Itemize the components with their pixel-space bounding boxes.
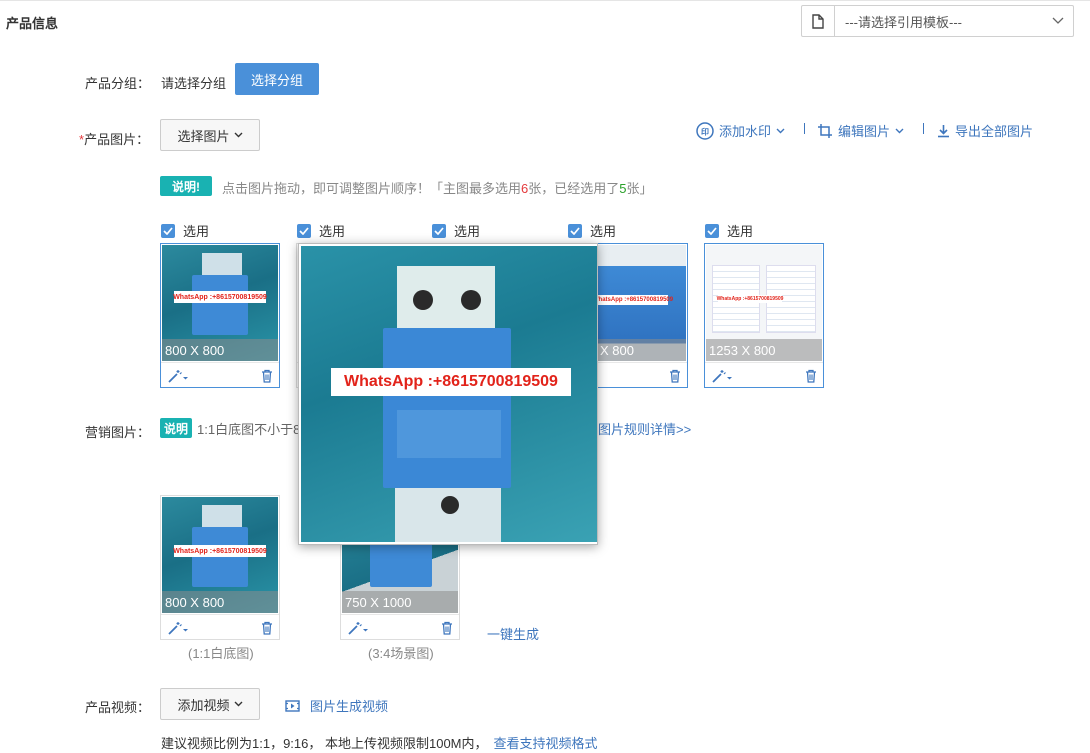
trash-icon[interactable] — [261, 369, 273, 383]
images-tip: 点击图片拖动，即可调整图片顺序！「主图最多选用6张，已经选用了5张」 — [222, 181, 653, 196]
marketing-image[interactable]: WhatsApp :+8615700819509 800 X 800 — [162, 497, 278, 613]
template-select-value: ---请选择引用模板--- — [845, 14, 962, 30]
selected-count: 5 — [619, 181, 627, 196]
checkbox-checked-icon — [297, 223, 311, 238]
marketing-note-badge: 说明 — [160, 418, 192, 438]
image-preview-popup: WhatsApp :+8615700819509 — [298, 243, 598, 545]
image-dimensions: 800 X 800 — [162, 339, 278, 361]
chevron-down-icon — [895, 128, 904, 133]
magic-wand-icon[interactable] — [711, 369, 733, 383]
chevron-down-icon — [234, 132, 242, 138]
add-video-button[interactable]: 添加视频 — [160, 688, 260, 720]
product-image[interactable]: WhatsApp :+8615700819509 800 X 800 — [162, 245, 278, 361]
crop-icon — [818, 123, 832, 138]
checkbox-checked-icon — [432, 223, 446, 238]
checkbox-label: 选用 — [454, 224, 481, 239]
image-rules-link[interactable]: 图片规则详情>> — [598, 419, 691, 438]
edit-images-button[interactable]: 编辑图片 — [817, 121, 904, 140]
video-label: 产品视频： — [85, 700, 151, 715]
add-video-label: 添加视频 — [177, 697, 230, 713]
select-checkbox-1[interactable]: 选用 — [161, 221, 209, 240]
select-checkbox-4[interactable]: 选用 — [568, 221, 616, 240]
watermark-text: WhatsApp :+8615700819509 — [716, 295, 784, 303]
document-icon — [802, 6, 835, 36]
preview-image: WhatsApp :+8615700819509 — [301, 246, 597, 542]
checkbox-label: 选用 — [183, 224, 210, 239]
trash-icon[interactable] — [441, 621, 453, 635]
select-checkbox-5[interactable]: 选用 — [705, 221, 753, 240]
top-divider — [0, 0, 1090, 1]
magic-wand-icon[interactable] — [167, 369, 189, 383]
note-badge: 说明! — [160, 176, 212, 196]
checkbox-label: 选用 — [319, 224, 346, 239]
chevron-down-icon — [234, 701, 242, 707]
add-watermark-label: 添加水印 — [719, 124, 772, 139]
checkbox-label: 选用 — [590, 224, 617, 239]
toolbar-separator — [804, 123, 805, 134]
marketing-image-card-1[interactable]: WhatsApp :+8615700819509 800 X 800 — [160, 495, 280, 640]
svg-text:印: 印 — [701, 126, 709, 136]
add-watermark-button[interactable]: 印 添加水印 — [696, 121, 785, 140]
trash-icon[interactable] — [261, 621, 273, 635]
checkbox-checked-icon — [161, 223, 175, 238]
export-all-images-button[interactable]: 导出全部图片 — [937, 121, 1033, 140]
export-all-images-label: 导出全部图片 — [955, 124, 1034, 139]
trash-icon[interactable] — [805, 369, 817, 383]
edit-images-label: 编辑图片 — [838, 124, 891, 139]
product-image[interactable]: WhatsApp :+8615700819509 1253 X 800 — [706, 245, 822, 361]
select-group-button[interactable]: 选择分组 — [235, 63, 319, 95]
select-checkbox-2[interactable]: 选用 — [297, 221, 345, 240]
magic-wand-icon[interactable] — [167, 621, 189, 635]
one-click-generate-link[interactable]: 一键生成 — [487, 624, 539, 643]
image-dimensions: 750 X 1000 — [342, 591, 458, 613]
checkbox-checked-icon — [705, 223, 719, 238]
download-icon — [938, 124, 949, 137]
template-select[interactable]: ---请选择引用模板--- — [801, 5, 1074, 37]
magic-wand-icon[interactable] — [347, 621, 369, 635]
select-checkbox-3[interactable]: 选用 — [432, 221, 480, 240]
marketing-tip: 1:1白底图不小于8 — [197, 422, 301, 437]
product-image-card-5[interactable]: WhatsApp :+8615700819509 1253 X 800 — [704, 243, 824, 388]
select-images-button[interactable]: 选择图片 — [160, 119, 260, 151]
marketing-caption-2: (3:4场景图) — [368, 646, 434, 661]
watermark-text: WhatsApp :+8615700819509 — [173, 545, 267, 557]
watermark-text: WhatsApp :+8615700819509 — [592, 295, 674, 305]
product-image-card-1[interactable]: WhatsApp :+8615700819509 800 X 800 — [160, 243, 280, 388]
image-dimensions: 1253 X 800 — [706, 339, 822, 361]
checkbox-checked-icon — [568, 223, 582, 238]
image-to-video-button[interactable]: 图片生成视频 — [285, 696, 388, 715]
marketing-caption-1: (1:1白底图) — [188, 646, 254, 661]
supported-formats-link[interactable]: 查看支持视频格式 — [494, 736, 598, 751]
select-images-label: 选择图片 — [177, 128, 230, 144]
checkbox-label: 选用 — [727, 224, 754, 239]
video-tip: 建议视频比例为1:1，9:16， 本地上传视频限制100M内， 查看支持视频格式 — [161, 736, 598, 751]
images-label: *产品图片： — [79, 129, 149, 148]
image-to-video-label: 图片生成视频 — [310, 699, 389, 714]
video-icon — [285, 699, 300, 712]
images-label-text: 产品图片： — [84, 132, 150, 147]
chevron-down-icon — [776, 128, 785, 133]
image-dimensions: 800 X 800 — [162, 591, 278, 613]
chevron-down-icon — [1043, 17, 1073, 25]
group-value: 请选择分组 — [161, 76, 227, 91]
watermark-icon: 印 — [696, 121, 714, 140]
group-label: 产品分组： — [85, 76, 151, 91]
trash-icon[interactable] — [669, 369, 681, 383]
toolbar-separator — [923, 123, 924, 134]
section-title: 产品信息 — [6, 16, 59, 31]
preview-watermark: WhatsApp :+8615700819509 — [331, 368, 571, 396]
watermark-text: WhatsApp :+8615700819509 — [173, 291, 267, 303]
marketing-label: 营销图片： — [85, 425, 151, 440]
